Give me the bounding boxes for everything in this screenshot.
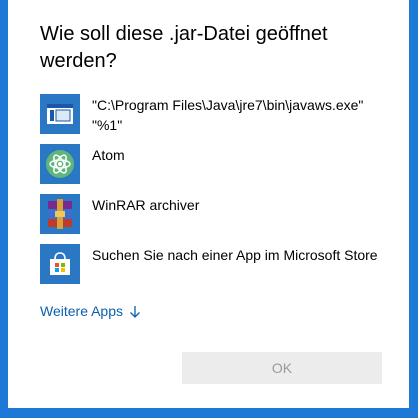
app-item-store[interactable]: Suchen Sie nach einer App im Microsoft S… xyxy=(40,244,400,294)
atom-icon xyxy=(40,144,80,184)
app-item-javaws[interactable]: "C:\Program Files\Java\jre7\bin\javaws.e… xyxy=(40,94,400,144)
java-webstart-icon xyxy=(40,94,80,134)
app-list: "C:\Program Files\Java\jre7\bin\javaws.e… xyxy=(40,94,400,294)
app-item-atom[interactable]: Atom xyxy=(40,144,400,194)
more-apps-link[interactable]: Weitere Apps xyxy=(40,301,141,321)
app-label: Atom xyxy=(92,147,125,163)
arrow-down-icon xyxy=(129,304,141,318)
microsoft-store-icon xyxy=(40,244,80,284)
winrar-icon xyxy=(40,194,80,234)
dialog-title: Wie soll diese .jar-Datei geöffnet werde… xyxy=(40,23,328,72)
open-with-dialog: Wie soll diese .jar-Datei geöffnet werde… xyxy=(8,0,409,408)
more-apps-label: Weitere Apps xyxy=(40,303,124,319)
app-label: WinRAR archiver xyxy=(92,197,200,213)
ok-button[interactable]: OK xyxy=(182,352,382,384)
app-label: Suchen Sie nach einer App im Microsoft S… xyxy=(92,247,378,263)
app-item-winrar[interactable]: WinRAR archiver xyxy=(40,194,400,244)
app-label: "C:\Program Files\Java\jre7\bin\javaws.e… xyxy=(92,97,364,133)
